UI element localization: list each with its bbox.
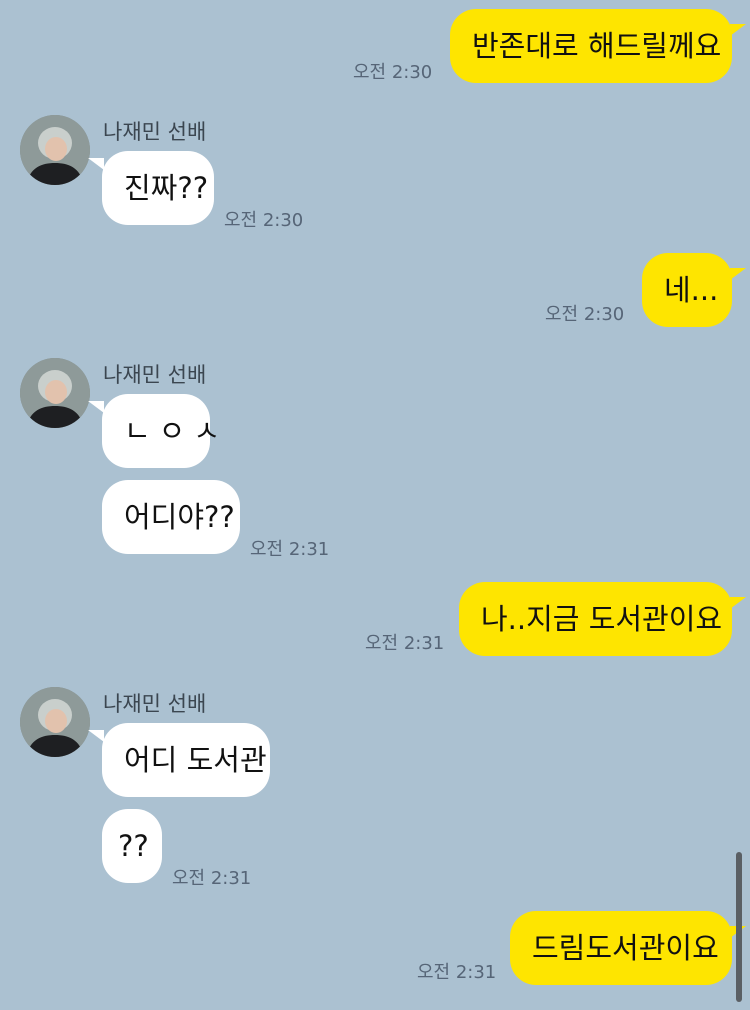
bubble-tail: [730, 597, 746, 609]
contact-name: 나재민 선배: [103, 120, 207, 144]
contact-name: 나재민 선배: [103, 692, 207, 716]
contact-avatar[interactable]: [20, 687, 90, 757]
profile-photo-icon: [20, 687, 90, 757]
contact-name: 나재민 선배: [103, 363, 207, 387]
message-time: 오전 2:30: [224, 210, 304, 231]
bubble-tail: [88, 730, 104, 742]
incoming-message-bubble[interactable]: 진짜??: [102, 151, 214, 225]
message-time: 오전 2:31: [172, 868, 252, 889]
contact-avatar[interactable]: [20, 115, 90, 185]
contact-avatar[interactable]: [20, 358, 90, 428]
profile-photo-icon: [20, 358, 90, 428]
outgoing-message-bubble[interactable]: 드림도서관이요: [510, 911, 732, 985]
message-time: 오전 2:31: [250, 539, 330, 560]
incoming-message-bubble[interactable]: 어디야??: [102, 480, 240, 554]
bubble-tail: [730, 24, 746, 36]
message-time: 오전 2:31: [417, 962, 497, 983]
bubble-tail: [88, 401, 104, 413]
message-time: 오전 2:30: [545, 304, 625, 325]
message-time: 오전 2:30: [353, 62, 433, 83]
bubble-tail: [88, 158, 104, 170]
scrollbar[interactable]: [736, 852, 742, 1002]
outgoing-message-bubble[interactable]: 반존대로 해드릴께요: [450, 9, 732, 83]
incoming-message-bubble[interactable]: ??: [102, 809, 162, 883]
bubble-tail: [730, 268, 746, 280]
incoming-message-bubble[interactable]: ㄴㅇㅅ: [102, 394, 220, 468]
message-time: 오전 2:31: [365, 633, 445, 654]
outgoing-message-bubble[interactable]: 네...: [642, 253, 732, 327]
profile-photo-icon: [20, 115, 90, 185]
chat-area[interactable]: 오전 2:30 반존대로 해드릴께요 나재민 선배 진짜?? 오전 2:30 오…: [0, 0, 750, 1010]
incoming-message-bubble[interactable]: 어디 도서관: [102, 723, 270, 797]
outgoing-message-bubble[interactable]: 나..지금 도서관이요: [459, 582, 732, 656]
